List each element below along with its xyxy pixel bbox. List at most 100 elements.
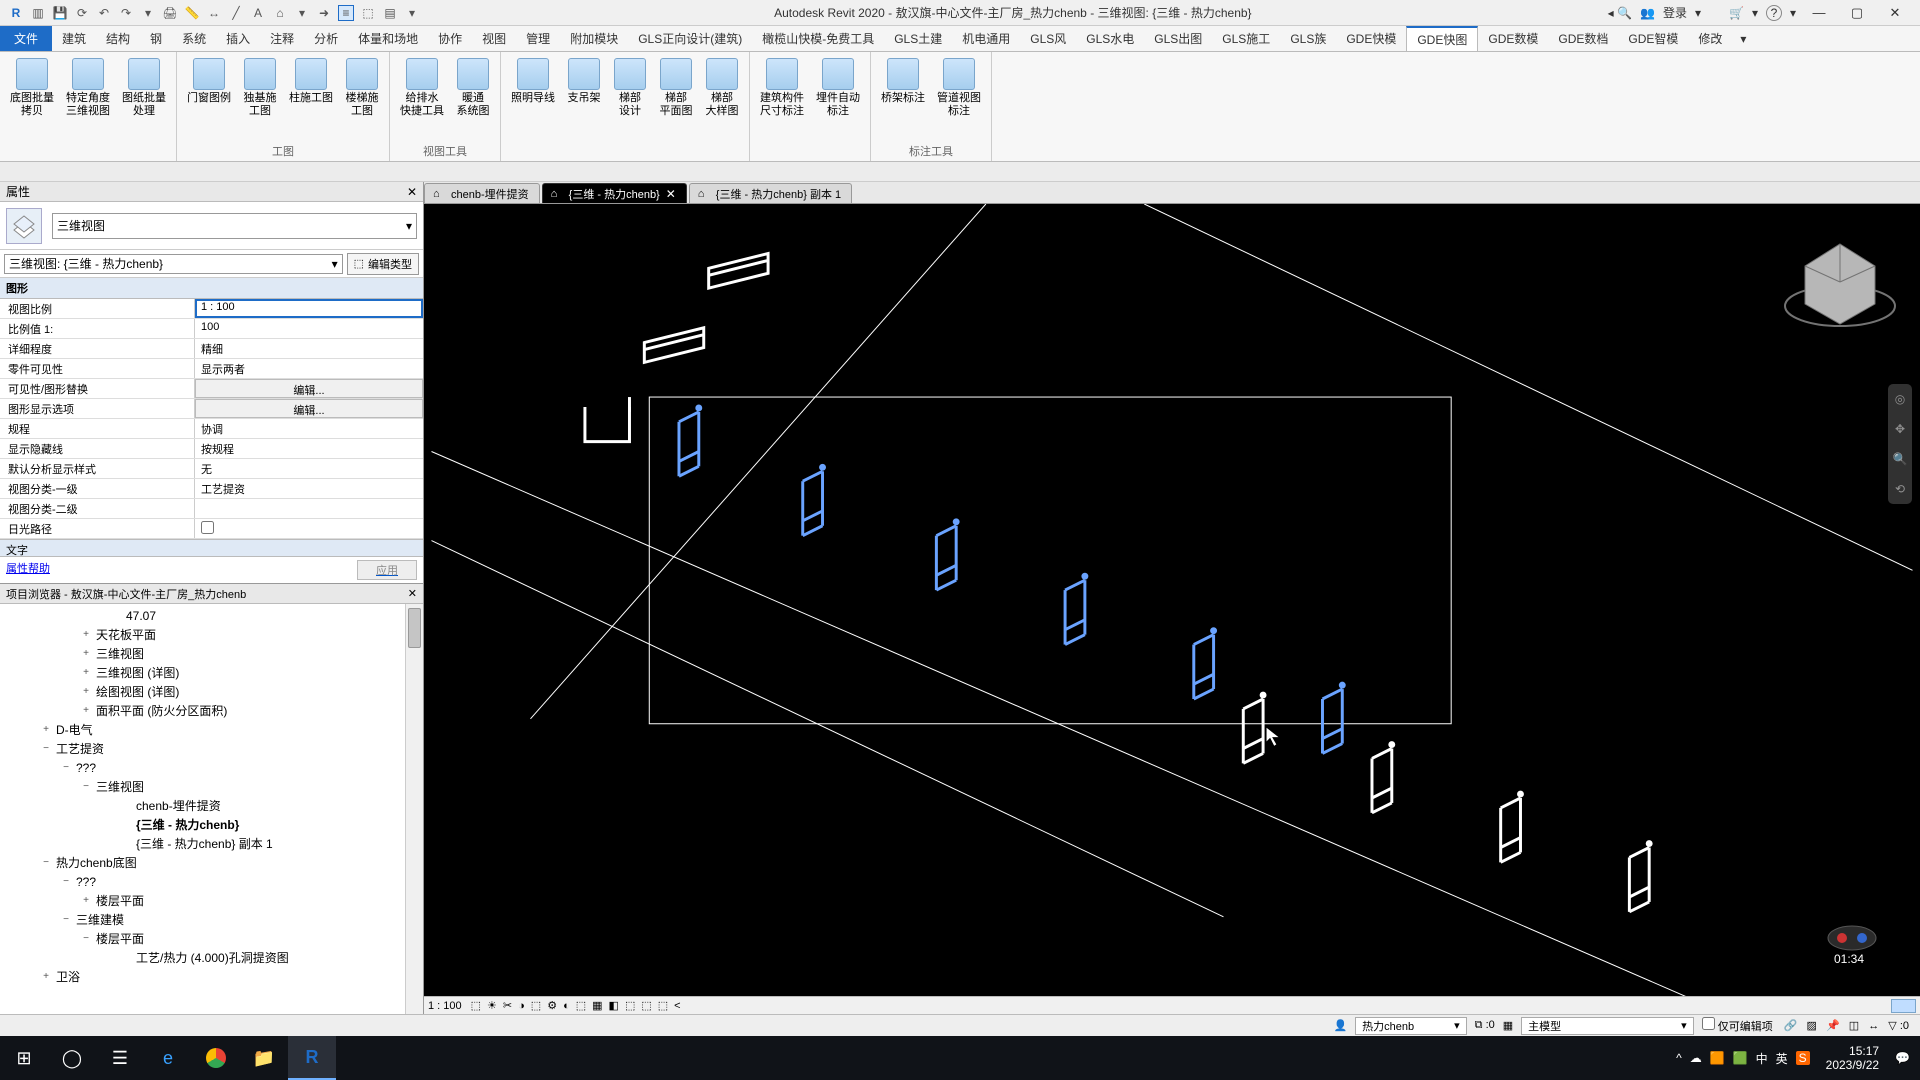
model-state-icon[interactable]: ⧉ :0 [1475, 1019, 1495, 1032]
tray-cloud-icon[interactable]: ☁ [1690, 1051, 1702, 1065]
qat-more-icon[interactable]: ▾ [404, 5, 420, 21]
navigation-bar[interactable]: ◎ ✥ 🔍 ⟲ [1888, 384, 1912, 504]
tray-overflow-icon[interactable]: ^ [1676, 1051, 1682, 1065]
tree-node-label[interactable]: {三维 - 热力chenb} 副本 1 [132, 835, 273, 852]
redo-icon[interactable]: ↷ [118, 5, 134, 21]
ribbon-button-1-2[interactable]: 柱施工图 [285, 56, 337, 143]
ribbon-tab-17[interactable]: GLS水电 [1076, 26, 1144, 51]
property-value[interactable]: 按规程 [195, 439, 423, 458]
property-value[interactable]: 显示两者 [195, 359, 423, 378]
view-control-icon-8[interactable]: ▦ [592, 1000, 602, 1012]
model-settings-icon[interactable]: ▦ [1503, 1019, 1513, 1032]
ribbon-tab-13[interactable]: 橄榄山快模-免费工具 [752, 26, 884, 51]
thin-lines-icon[interactable]: ≡ [338, 5, 354, 21]
tree-node[interactable]: −三维视图 [0, 777, 423, 796]
model-combo[interactable]: 主模型▾ [1521, 1017, 1694, 1035]
type-selector-combo[interactable]: 三维视图 ▾ [52, 213, 417, 239]
line-icon[interactable]: ╱ [228, 5, 244, 21]
close-button[interactable]: ✕ [1880, 3, 1910, 23]
ribbon-button-4-1[interactable]: 埋件自动 标注 [812, 56, 864, 159]
properties-help-link[interactable]: 属性帮助 [6, 560, 50, 580]
tree-node-label[interactable]: 楼层平面 [92, 930, 144, 947]
tree-expand-icon[interactable]: + [80, 895, 92, 906]
switch-window-icon[interactable]: ▤ [382, 5, 398, 21]
tree-node[interactable]: {三维 - 热力chenb} 副本 1 [0, 834, 423, 853]
open-icon[interactable]: ▥ [30, 5, 46, 21]
tree-node[interactable]: −工艺提资 [0, 739, 423, 758]
property-checkbox[interactable] [201, 521, 214, 534]
tree-node[interactable]: −三维建模 [0, 910, 423, 929]
tree-node[interactable]: −??? [0, 872, 423, 891]
tree-expand-icon[interactable]: + [40, 971, 52, 982]
tree-node[interactable]: +三维视图 (详图) [0, 663, 423, 682]
search-icon[interactable]: ◂ 🔍 [1608, 6, 1632, 20]
instance-filter-combo[interactable]: 三维视图: {三维 - 热力chenb} ▾ [4, 254, 343, 274]
save-icon[interactable]: 💾 [52, 5, 68, 21]
zoom-icon[interactable]: 🔍 [1893, 452, 1908, 466]
tree-node-label[interactable]: 三维建模 [72, 911, 124, 928]
home-icon[interactable]: ⌂ [272, 5, 288, 21]
dropdown2-icon[interactable]: ▾ [294, 5, 310, 21]
ribbon-tab-7[interactable]: 体量和场地 [348, 26, 428, 51]
3d-viewport[interactable]: ◎ ✥ 🔍 ⟲ 01:34 [424, 204, 1920, 996]
tree-expand-icon[interactable]: − [40, 857, 52, 868]
view-control-icon-9[interactable]: ◧ [609, 1000, 619, 1012]
document-tab-0[interactable]: ⌂chenb-埋件提资 [424, 183, 540, 203]
close-hidden-icon[interactable]: ⬚ [360, 5, 376, 21]
ribbon-button-2-1[interactable]: 暖通 系统图 [452, 56, 494, 143]
tree-node-label[interactable]: 三维视图 (详图) [92, 664, 179, 681]
tray-app1-icon[interactable]: 🟧 [1710, 1051, 1725, 1065]
type-selector[interactable]: 三维视图 ▾ [0, 202, 423, 250]
tree-node-label[interactable]: chenb-埋件提资 [132, 797, 221, 814]
ribbon-button-1-0[interactable]: 门窗图例 [183, 56, 235, 143]
property-edit-button[interactable]: 编辑... [195, 399, 423, 418]
ribbon-tab-6[interactable]: 分析 [304, 26, 348, 51]
ribbon-button-2-0[interactable]: 给排水 快捷工具 [396, 56, 448, 143]
ribbon-tab-22[interactable]: GDE快图 [1406, 26, 1478, 51]
select-pinned-icon[interactable]: 📌 [1826, 1020, 1840, 1032]
tree-node-label[interactable]: 三维视图 [92, 645, 144, 662]
help-dropdown-icon[interactable]: ▾ [1790, 6, 1796, 20]
view-control-icon-13[interactable]: < [674, 1000, 680, 1012]
text-icon[interactable]: A [250, 5, 266, 21]
people-icon[interactable]: 👥 [1640, 6, 1655, 20]
login-button[interactable]: 登录 [1663, 4, 1687, 21]
tree-node[interactable]: {三维 - 热力chenb} [0, 815, 423, 834]
ribbon-tab-2[interactable]: 钢 [140, 26, 172, 51]
sync-icon[interactable]: ⟳ [74, 5, 90, 21]
tree-node[interactable]: +D-电气 [0, 720, 423, 739]
ribbon-tab-20[interactable]: GLS族 [1280, 26, 1336, 51]
workset-icon[interactable]: 👤 [1333, 1019, 1347, 1032]
ribbon-button-3-0[interactable]: 照明导线 [507, 56, 559, 159]
tree-node[interactable]: −热力chenb底图 [0, 853, 423, 872]
tree-node[interactable]: +面积平面 (防火分区面积) [0, 701, 423, 720]
ribbon-tab-18[interactable]: GLS出图 [1144, 26, 1212, 51]
arrow-icon[interactable]: ➜ [316, 5, 332, 21]
ribbon-tab-3[interactable]: 系统 [172, 26, 216, 51]
start-button[interactable]: ⊞ [0, 1036, 48, 1080]
ribbon-button-1-1[interactable]: 独基施 工图 [239, 56, 281, 143]
ribbon-button-1-3[interactable]: 楼梯施 工图 [341, 56, 383, 143]
drag-elements-icon[interactable]: ↔ [1868, 1020, 1879, 1032]
view-control-blue-button[interactable] [1891, 999, 1916, 1013]
view-control-icon-3[interactable]: ◑ [518, 1000, 525, 1012]
ribbon-button-0-1[interactable]: 特定角度 三维视图 [62, 56, 114, 159]
tree-node-label[interactable]: 绘图视图 (详图) [92, 683, 179, 700]
view-control-icon-10[interactable]: ⬚ [625, 1000, 635, 1012]
tree-node-label[interactable]: 面积平面 (防火分区面积) [92, 702, 227, 719]
tree-expand-icon[interactable]: + [80, 648, 92, 659]
undo-icon[interactable]: ↶ [96, 5, 112, 21]
ribbon-tab-21[interactable]: GDE快模 [1336, 26, 1406, 51]
tree-expand-icon[interactable]: + [40, 724, 52, 735]
tree-node[interactable]: 工艺/热力 (4.000)孔洞提资图 [0, 948, 423, 967]
browser-scroll-thumb[interactable] [408, 608, 421, 648]
chrome-button[interactable] [192, 1036, 240, 1080]
ribbon-tab-0[interactable]: 建筑 [52, 26, 96, 51]
minimize-button[interactable]: — [1804, 3, 1834, 23]
apply-button[interactable]: 应用 [357, 560, 417, 580]
tree-node-label[interactable]: 天花板平面 [92, 626, 156, 643]
tree-node-label[interactable]: 热力chenb底图 [52, 854, 137, 871]
login-dropdown-icon[interactable]: ▾ [1695, 6, 1701, 20]
ribbon-tab-16[interactable]: GLS风 [1020, 26, 1076, 51]
tab-overflow-icon[interactable]: ▾ [1732, 32, 1754, 46]
